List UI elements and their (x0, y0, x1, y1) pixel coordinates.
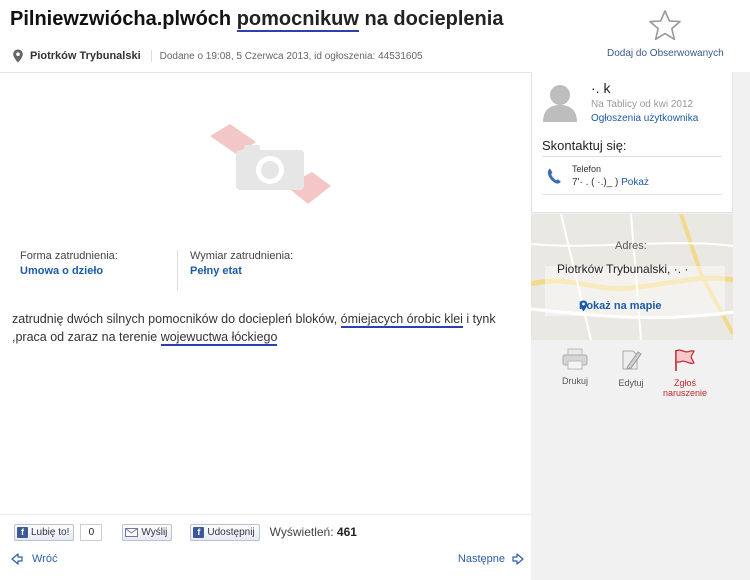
phone-label: Telefon (572, 164, 602, 174)
phone-icon (547, 168, 561, 184)
views-count: 461 (336, 525, 357, 539)
added-info: Dodane o 19:08, 5 Czerwca 2013, id ogłos… (159, 50, 423, 62)
listing-description: zatrudnię dwóch silnych pomocników do do… (12, 310, 517, 346)
report-label-line2: naruszenie (662, 388, 708, 398)
title-rest: na docieplenia (364, 8, 504, 30)
report-label-line1: Zgłoś (673, 378, 696, 388)
show-on-map-label: Pokaż na mapie (579, 300, 662, 312)
print-button[interactable]: Drukuj (545, 348, 605, 386)
show-on-map-link[interactable]: Pokaż na mapie (579, 300, 662, 312)
back-link[interactable]: Wróć (10, 552, 57, 566)
contact-divider-2 (542, 194, 722, 195)
location-map[interactable]: Adres: Piotrków Trybunalski, ·. · Pokaż … (531, 214, 733, 340)
user-avatar-icon (543, 85, 577, 122)
map-pin-icon (579, 300, 588, 312)
facebook-share-button[interactable]: f Udostępnij (190, 523, 260, 541)
description-underlined-2: wojewuctwa łóckiego (160, 330, 278, 346)
location-pin-icon (13, 49, 23, 63)
sidebar: ·. k Na Tablicy od kwi 2012 Ogłoszenia u… (531, 72, 750, 580)
contact-divider (542, 156, 722, 157)
employment-form: Forma zatrudnienia: Umowa o dzieło (20, 250, 118, 277)
social-bar: f Lubię to! 0 Wyślij f Udostępnij Wyświe… (14, 522, 357, 542)
map-graphic (531, 214, 733, 340)
title-watermark: Pilniewzwiócha.plwóch (10, 8, 232, 30)
like-count: 0 (80, 523, 103, 541)
share-label: Udostępnij (207, 526, 255, 538)
employment-form-value[interactable]: Umowa o dzieło (20, 265, 118, 277)
seller-box: ·. k Na Tablicy od kwi 2012 Ogłoszenia u… (531, 72, 733, 213)
edit-label: Edytuj (618, 378, 644, 388)
header-divider (0, 72, 531, 73)
user-ads-link[interactable]: Ogłoszenia użytkownika (591, 113, 698, 124)
description-text: zatrudnię dwóch silnych pomocników do do… (12, 312, 341, 326)
employment-time: Wymiar zatrudnienia: Pełny etat (190, 250, 293, 277)
phone-number: 7'· . ( ·.)_ ) Pokaż (572, 177, 649, 188)
footer-divider (0, 514, 531, 515)
add-to-watchlist-link[interactable]: Dodaj do Obserwowanych (607, 48, 724, 59)
views-label: Wyświetleń: (269, 525, 334, 539)
facebook-icon: f (193, 526, 205, 538)
field-divider (177, 250, 178, 290)
envelope-icon (125, 527, 139, 537)
city-name[interactable]: Piotrków Trybunalski (30, 50, 152, 62)
printer-icon (562, 348, 588, 370)
user-since: Na Tablicy od kwi 2012 (591, 99, 694, 110)
back-label: Wróć (32, 553, 58, 565)
report-flag-icon (675, 349, 695, 371)
address-value: Piotrków Trybunalski, ·. · (557, 262, 689, 276)
user-name: ·. k (591, 80, 611, 96)
send-label: Wyślij (141, 526, 168, 538)
edit-button[interactable]: Edytuj (601, 348, 661, 388)
address-label: Adres: (615, 240, 647, 252)
print-label: Drukuj (561, 376, 588, 386)
arrow-right-icon (512, 553, 524, 565)
arrow-left-icon (11, 553, 23, 565)
edit-pencil-icon (622, 350, 642, 370)
contact-heading: Skontaktuj się: (542, 138, 627, 153)
phone-masked: 7'· . ( ·.)_ ) (572, 177, 619, 188)
listing-tools: Drukuj Edytuj Zgłoś naruszenie (531, 348, 731, 418)
star-icon[interactable] (647, 8, 683, 44)
description-underlined-1: ómiejacych órobic klei (340, 312, 463, 328)
like-label: Lubię to! (31, 526, 70, 538)
employment-form-label: Forma zatrudnienia: (20, 250, 118, 262)
employment-time-value[interactable]: Pełny etat (190, 265, 293, 277)
next-link[interactable]: Następne (458, 552, 525, 566)
facebook-icon: f (17, 526, 28, 538)
page-title: Pilniewzwiócha.plwóch pomocnikuw na doci… (10, 8, 504, 32)
title-underlined-word: pomocnikuw (236, 8, 359, 32)
listing-navigation: Wróć Następne (10, 552, 525, 570)
no-photo-camera-icon (210, 124, 331, 204)
send-email-button[interactable]: Wyślij (122, 523, 173, 541)
job-details: Forma zatrudnienia: Umowa o dzieło Wymia… (12, 250, 522, 292)
views-counter: Wyświetleń: 461 (270, 525, 357, 539)
listing-meta: Piotrków Trybunalski Dodane o 19:08, 5 C… (12, 44, 423, 68)
employment-time-label: Wymiar zatrudnienia: (190, 250, 294, 262)
next-label: Następne (457, 553, 505, 565)
facebook-like-button[interactable]: f Lubię to! (14, 523, 75, 541)
show-phone-link[interactable]: Pokaż (621, 177, 649, 188)
report-violation-button[interactable]: Zgłoś naruszenie (655, 348, 715, 398)
